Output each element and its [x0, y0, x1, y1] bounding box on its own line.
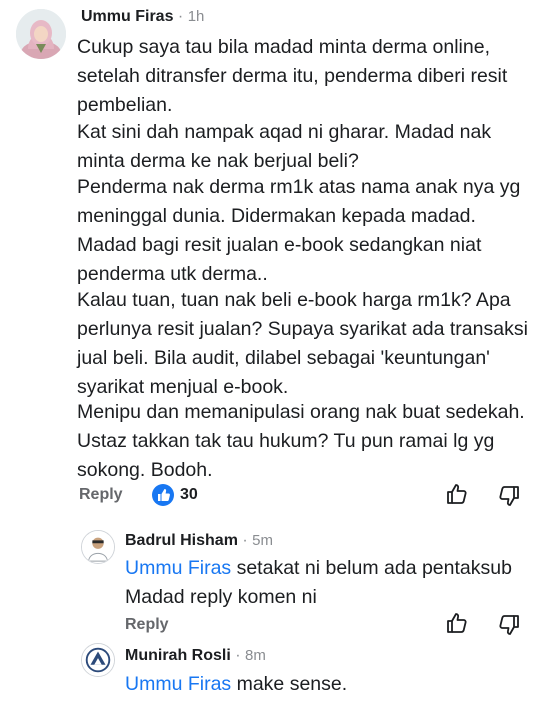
comment-time[interactable]: 1h [188, 8, 205, 25]
reply-text-content: setakat ni belum ada pentaksub [231, 557, 512, 579]
avatar-image [82, 531, 114, 563]
reply-text: Ummu Firas setakat ni belum ada pentaksu… [125, 554, 530, 612]
comment-paragraph-1: Cukup saya tau bila madad minta derma on… [77, 36, 508, 116]
thumbs-up-outline-icon[interactable] [445, 611, 469, 635]
thumbs-up-icon [152, 484, 174, 506]
like-count[interactable]: 30 [180, 486, 198, 504]
avatar-munirah-rosli[interactable] [81, 643, 115, 677]
avatar-ummu-firas[interactable] [16, 9, 66, 59]
reply-text-line-2: Madad reply komen ni [125, 586, 317, 608]
mention-link[interactable]: Ummu Firas [125, 557, 231, 579]
comment-header: Ummu Firas · 1h [81, 8, 204, 26]
thumbs-up-outline-icon[interactable] [445, 482, 469, 506]
thumbs-down-outline-icon[interactable] [497, 613, 521, 637]
reply-time[interactable]: 5m [252, 532, 273, 549]
reply-header: Munirah Rosli · 8m [125, 647, 266, 665]
reply-author[interactable]: Badrul Hisham [125, 532, 238, 549]
reply-time[interactable]: 8m [245, 647, 266, 664]
reply-text-line-1: Ummu Firas make sense. [125, 670, 530, 699]
thumbs-down-outline-icon[interactable] [497, 484, 521, 508]
comment-paragraph-5: Menipu dan memanipulasi orang nak buat s… [77, 401, 525, 481]
reply-text: Ummu Firas make sense. [125, 670, 530, 699]
reply-button[interactable]: Reply [125, 616, 169, 634]
separator-dot: · [242, 532, 248, 549]
avatar-image [82, 644, 114, 676]
reply-header: Badrul Hisham · 5m [125, 532, 273, 550]
reply-text-content: make sense. [231, 673, 348, 695]
avatar-badrul-hisham[interactable] [81, 530, 115, 564]
comment-paragraph-3: Penderma nak derma rm1k atas nama anak n… [77, 176, 521, 285]
comment-paragraph-2: Kat sini dah nampak aqad ni gharar. Mada… [77, 121, 492, 172]
reply-author[interactable]: Munirah Rosli [125, 647, 231, 664]
avatar-image [16, 9, 66, 59]
separator-dot: · [177, 8, 184, 25]
reply-text-line-1: Ummu Firas setakat ni belum ada pentaksu… [125, 554, 530, 583]
reply-button[interactable]: Reply [79, 486, 123, 504]
comment-paragraph-4: Kalau tuan, tuan nak beli e-book harga r… [77, 289, 528, 398]
comment-author[interactable]: Ummu Firas [81, 8, 173, 25]
separator-dot: · [235, 647, 241, 664]
mention-link[interactable]: Ummu Firas [125, 673, 231, 695]
